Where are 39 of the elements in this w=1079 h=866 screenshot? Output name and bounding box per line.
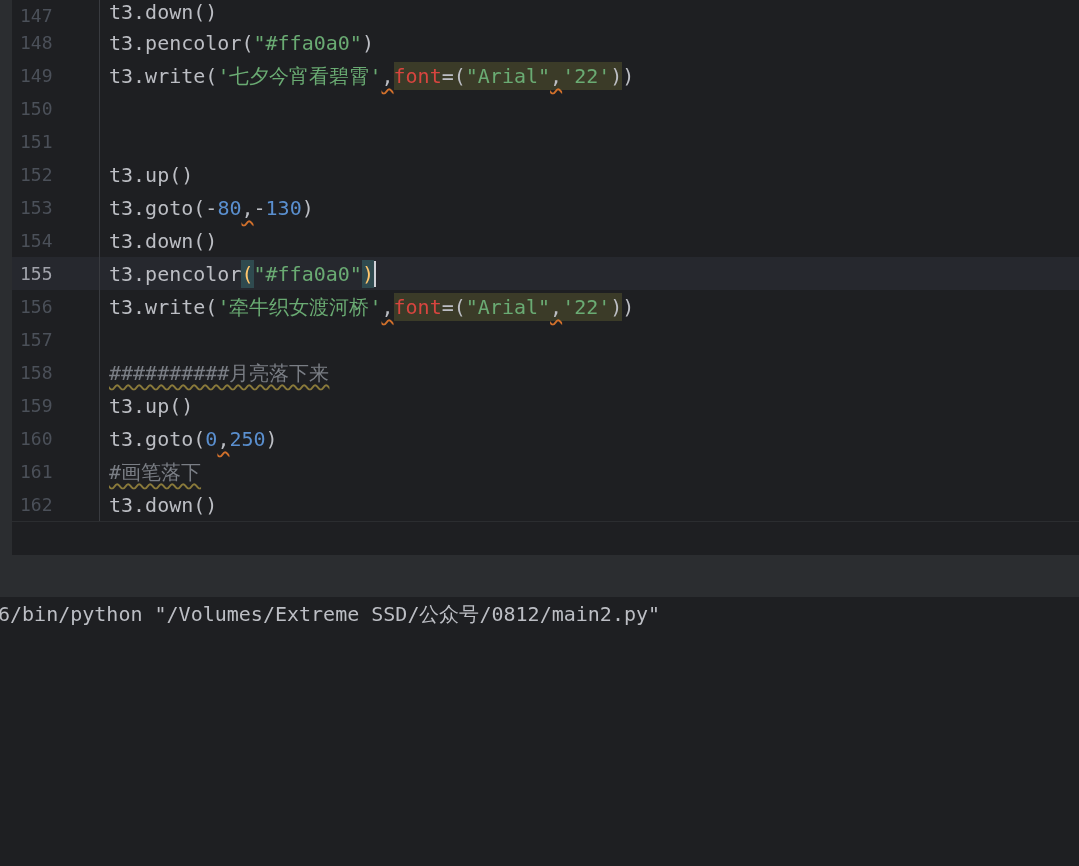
number-literal: 0 bbox=[205, 425, 218, 453]
code-text: ) bbox=[265, 425, 278, 453]
string-literal: '牵牛织女渡河桥' bbox=[217, 293, 382, 321]
highlighted-code: font=("Arial",'22') bbox=[393, 61, 623, 90]
code-text: t3.write( bbox=[109, 293, 218, 321]
code-text: t3.goto(- bbox=[109, 194, 218, 222]
number-literal: 80 bbox=[217, 194, 242, 222]
comma-with-warning: , bbox=[381, 62, 394, 90]
string-literal: '七夕今宵看碧霄' bbox=[217, 62, 382, 90]
code-text: t3.down() bbox=[109, 0, 218, 26]
code-text: ) bbox=[622, 62, 635, 90]
number-literal: 250 bbox=[229, 425, 266, 453]
text-caret bbox=[373, 260, 376, 287]
code-text: t3.pencolor bbox=[109, 260, 242, 288]
code-text: ) bbox=[301, 194, 314, 222]
matched-bracket: ) bbox=[361, 259, 374, 288]
code-text: t3.up() bbox=[109, 161, 194, 189]
code-comment: #画笔落下 bbox=[109, 458, 202, 486]
code-text: t3.down() bbox=[109, 227, 218, 255]
code-text: ) bbox=[622, 293, 635, 321]
code-editor[interactable] bbox=[0, 0, 1079, 522]
code-text: t3.down() bbox=[109, 491, 218, 519]
code-text: t3.write( bbox=[109, 62, 218, 90]
number-literal: 130 bbox=[265, 194, 302, 222]
code-text: t3.pencolor( bbox=[109, 29, 254, 57]
code-text: ) bbox=[361, 29, 374, 57]
comma-with-warning: , bbox=[217, 425, 230, 453]
matched-bracket: ( bbox=[241, 259, 254, 288]
comma-with-warning: , bbox=[381, 293, 394, 321]
comma-with-warning: , bbox=[241, 194, 254, 222]
code-text: t3.up() bbox=[109, 392, 194, 420]
code-comment: ##########月亮落下来 bbox=[109, 359, 330, 387]
highlighted-code: font=("Arial",'22') bbox=[393, 292, 623, 321]
code-text: - bbox=[253, 194, 266, 222]
code-text: t3.goto( bbox=[109, 425, 206, 453]
string-literal: "#ffa0a0" bbox=[253, 29, 362, 57]
string-literal: "#ffa0a0" bbox=[253, 260, 362, 288]
console-output: 6/bin/python "/Volumes/Extreme SSD/公众号/0812/main2.py" bbox=[0, 601, 661, 628]
line-number: 155 bbox=[12, 257, 100, 290]
